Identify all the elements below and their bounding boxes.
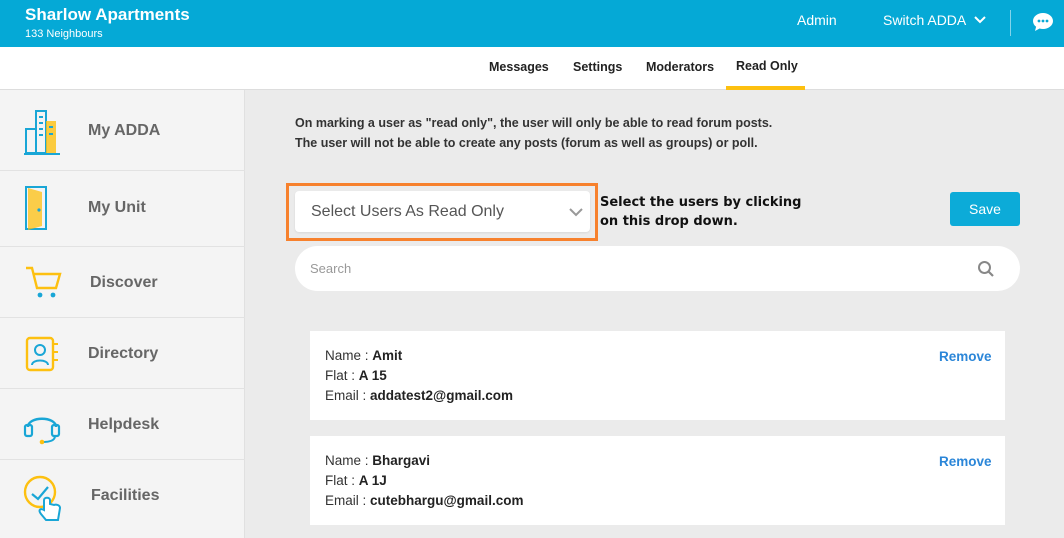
save-button[interactable]: Save bbox=[950, 192, 1020, 226]
admin-menu[interactable]: Admin bbox=[797, 12, 837, 28]
chevron-down-icon bbox=[569, 208, 583, 217]
header-divider bbox=[1010, 10, 1011, 36]
sidebar-item-facilities[interactable]: Facilities bbox=[0, 460, 245, 538]
read-only-users-select[interactable]: Select Users As Read Only bbox=[295, 191, 590, 232]
sidebar-item-discover[interactable]: Discover bbox=[0, 247, 245, 318]
active-tab-indicator bbox=[726, 86, 805, 90]
read-only-user-card: Name : Bhargavi Flat : A 1J Email : cute… bbox=[310, 436, 1005, 525]
search-bar bbox=[295, 246, 1020, 291]
tab-moderators[interactable]: Moderators bbox=[646, 60, 714, 74]
user-email-row: Email : addatest2@gmail.com bbox=[325, 388, 513, 403]
neighbours-count[interactable]: 133 Neighbours bbox=[25, 28, 103, 40]
user-name: Amit bbox=[372, 348, 403, 363]
flat-label: Flat : bbox=[325, 473, 359, 488]
switch-adda-label: Switch ADDA bbox=[883, 12, 967, 28]
chevron-down-icon bbox=[974, 16, 986, 24]
user-flat-row: Flat : A 15 bbox=[325, 368, 387, 383]
search-input[interactable] bbox=[310, 258, 950, 278]
user-email: cutebhargu@gmail.com bbox=[370, 493, 524, 508]
user-flat: A 1J bbox=[358, 473, 387, 488]
flat-label: Flat : bbox=[325, 368, 359, 383]
user-email-row: Email : cutebhargu@gmail.com bbox=[325, 493, 523, 508]
info-line: The user will not be able to create any … bbox=[295, 136, 758, 150]
tab-read-only[interactable]: Read Only bbox=[736, 59, 798, 73]
sidebar-item-my-adda[interactable]: My ADDA bbox=[0, 90, 245, 171]
sidebar-item-my-unit[interactable]: My Unit bbox=[0, 171, 245, 247]
sidebar-item-label: Directory bbox=[88, 345, 159, 362]
switch-adda-menu[interactable]: Switch ADDA bbox=[883, 12, 986, 28]
chat-icon[interactable] bbox=[1031, 10, 1055, 34]
sidebar-item-label: My ADDA bbox=[88, 122, 161, 139]
sidebar-item-directory[interactable]: Directory bbox=[0, 318, 245, 389]
top-bar: Sharlow Apartments 133 Neighbours Admin … bbox=[0, 0, 1064, 47]
name-label: Name : bbox=[325, 453, 373, 468]
user-flat-row: Flat : A 1J bbox=[325, 473, 387, 488]
sidebar-item-label: Helpdesk bbox=[88, 416, 160, 433]
tab-messages[interactable]: Messages bbox=[489, 60, 549, 74]
info-line: On marking a user as "read only", the us… bbox=[295, 116, 773, 130]
user-flat: A 15 bbox=[358, 368, 387, 383]
community-name[interactable]: Sharlow Apartments bbox=[25, 5, 190, 25]
read-only-user-card: Name : Amit Flat : A 15 Email : addatest… bbox=[310, 331, 1005, 420]
user-email: addatest2@gmail.com bbox=[370, 388, 513, 403]
tab-settings[interactable]: Settings bbox=[573, 60, 622, 74]
door-icon bbox=[25, 186, 47, 230]
read-only-info: On marking a user as "read only", the us… bbox=[295, 113, 772, 153]
select-value: Select Users As Read Only bbox=[311, 203, 504, 220]
cart-icon bbox=[26, 266, 62, 298]
tap-hand-icon bbox=[23, 475, 62, 521]
user-name-row: Name : Amit bbox=[325, 348, 402, 363]
hint-line: Select the users by clicking bbox=[600, 195, 802, 210]
remove-user-link[interactable]: Remove bbox=[939, 454, 992, 469]
email-label: Email : bbox=[325, 493, 371, 508]
sidebar-item-helpdesk[interactable]: Helpdesk bbox=[0, 389, 245, 460]
headset-icon bbox=[23, 417, 61, 445]
name-label: Name : bbox=[325, 348, 373, 363]
sidebar-item-label: Discover bbox=[90, 274, 158, 291]
search-icon[interactable] bbox=[977, 260, 995, 278]
remove-user-link[interactable]: Remove bbox=[939, 349, 992, 364]
sidebar-item-label: My Unit bbox=[88, 199, 146, 216]
contacts-book-icon bbox=[25, 336, 58, 372]
user-name: Bhargavi bbox=[372, 453, 431, 468]
sidebar-item-label: Facilities bbox=[91, 487, 160, 504]
user-name-row: Name : Bhargavi bbox=[325, 453, 430, 468]
hint-line: on this drop down. bbox=[600, 214, 738, 229]
annotation-hint: Select the users by clicking on this dro… bbox=[600, 193, 802, 231]
tab-bar: Messages Settings Moderators Read Only bbox=[0, 47, 1064, 90]
email-label: Email : bbox=[325, 388, 371, 403]
sidebar: My ADDA My Unit Discover Directory Helpd… bbox=[0, 90, 245, 538]
building-icon bbox=[24, 110, 60, 155]
